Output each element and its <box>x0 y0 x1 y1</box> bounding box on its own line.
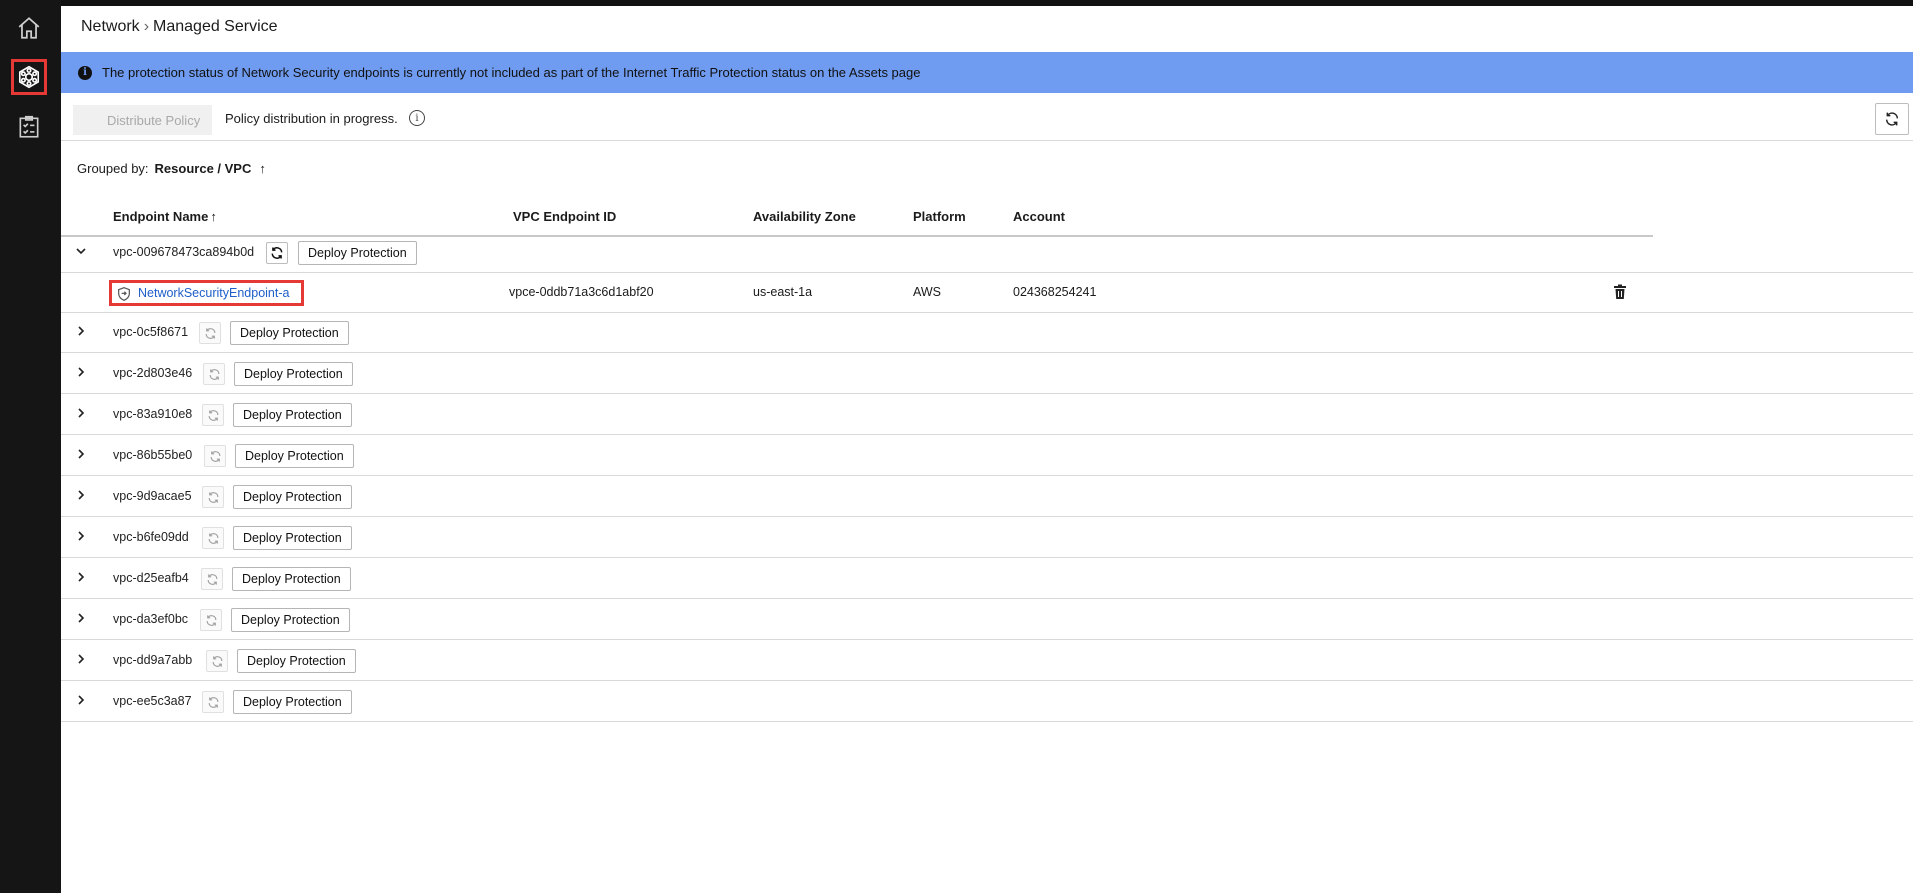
deploy-protection-button[interactable]: Deploy Protection <box>232 567 351 591</box>
table-row: vpc-dd9a7abb Deploy Protection <box>61 640 1913 681</box>
refresh-icon[interactable] <box>201 568 223 590</box>
chevron-right-icon[interactable] <box>74 693 88 707</box>
vpc-name: vpc-83a910e8 <box>113 407 193 421</box>
trash-icon[interactable] <box>1613 284 1627 300</box>
refresh-icon[interactable] <box>202 404 224 426</box>
info-banner: i The protection status of Network Secur… <box>61 52 1913 93</box>
grouping: Grouped by: Resource / VPC ↑ <box>77 161 266 176</box>
refresh-icon[interactable] <box>202 691 224 713</box>
table-row: vpc-da3ef0bc Deploy Protection <box>61 599 1913 640</box>
endpoint-name-link[interactable]: NetworkSecurityEndpoint-a <box>109 280 305 306</box>
sort-up-icon: ↑ <box>210 209 217 224</box>
refresh-button[interactable] <box>1875 103 1909 135</box>
checklist-icon <box>19 115 39 138</box>
grouping-value[interactable]: Resource / VPC <box>155 161 252 176</box>
vpc-name: vpc-da3ef0bc <box>113 612 189 626</box>
column-account[interactable]: Account <box>1013 209 1065 224</box>
platform: AWS <box>913 285 942 299</box>
refresh-icon[interactable] <box>204 445 226 467</box>
deploy-protection-button[interactable]: Deploy Protection <box>233 403 352 427</box>
deploy-protection-button[interactable]: Deploy Protection <box>230 321 349 345</box>
distribution-status: Policy distribution in progress. <box>225 111 398 126</box>
table-row: vpc-86b55be0 Deploy Protection <box>61 435 1913 476</box>
refresh-icon[interactable] <box>200 609 222 631</box>
deploy-protection-button[interactable]: Deploy Protection <box>234 362 353 386</box>
deploy-protection-button[interactable]: Deploy Protection <box>233 485 352 509</box>
grouping-label: Grouped by: <box>77 161 149 176</box>
endpoint-name[interactable]: NetworkSecurityEndpoint-a <box>138 286 289 300</box>
chevron-right-icon[interactable] <box>74 447 88 461</box>
breadcrumb-parent[interactable]: Network <box>81 18 140 35</box>
availability-zone: us-east-1a <box>753 285 813 299</box>
refresh-icon <box>1885 112 1899 126</box>
table-row: vpc-0c5f8671 Deploy Protection <box>61 312 1913 353</box>
vpc-name: vpc-ee5c3a87 <box>113 694 192 708</box>
table-row: vpc-ee5c3a87 Deploy Protection <box>61 681 1913 722</box>
table-row: vpc-d25eafb4 Deploy Protection <box>61 558 1913 599</box>
column-availability-zone[interactable]: Availability Zone <box>753 209 856 224</box>
refresh-icon[interactable] <box>206 650 228 672</box>
account: 024368254241 <box>1013 285 1097 299</box>
chevron-right-icon[interactable] <box>74 324 88 338</box>
column-endpoint-name[interactable]: Endpoint Name ↑ <box>113 209 217 224</box>
vpc-name: vpc-0c5f8671 <box>113 325 189 339</box>
main-content: Network › Managed Service i The protection… <box>61 6 1913 893</box>
refresh-icon[interactable] <box>266 242 288 264</box>
table-row: vpc-83a910e8 Deploy Protection <box>61 394 1913 435</box>
vpc-name: vpc-009678473ca894b0d <box>113 245 255 259</box>
vpc-name: vpc-86b55be0 <box>113 448 193 462</box>
chevron-down-icon[interactable] <box>74 244 88 258</box>
deploy-protection-button[interactable]: Deploy Protection <box>235 444 354 468</box>
vpc-name: vpc-b6fe09dd <box>113 530 189 544</box>
table-row: vpc-2d803e46 Deploy Protection <box>61 353 1913 394</box>
deploy-protection-button[interactable]: Deploy Protection <box>233 526 352 550</box>
vpc-name: vpc-d25eafb4 <box>113 571 189 585</box>
deploy-protection-button[interactable]: Deploy Protection <box>231 608 350 632</box>
info-icon: i <box>78 65 92 80</box>
column-vpc-endpoint-id[interactable]: VPC Endpoint ID <box>513 209 616 224</box>
banner-text: The protection status of Network Securit… <box>102 65 921 80</box>
endpoint-row: NetworkSecurityEndpoint-a vpce-0ddb71a3c… <box>61 272 1913 313</box>
chevron-right-icon[interactable] <box>74 570 88 584</box>
chevron-right-icon[interactable] <box>74 365 88 379</box>
chevron-right-icon[interactable] <box>74 611 88 625</box>
sidebar-network[interactable] <box>11 59 47 95</box>
chevron-right-icon[interactable] <box>74 652 88 666</box>
refresh-icon[interactable] <box>199 322 221 344</box>
sort-up-icon[interactable]: ↑ <box>259 161 266 176</box>
deploy-protection-button[interactable]: Deploy Protection <box>298 241 417 265</box>
deploy-protection-button[interactable]: Deploy Protection <box>233 690 352 714</box>
refresh-icon[interactable] <box>202 486 224 508</box>
sidebar-home[interactable] <box>11 10 47 46</box>
info-icon[interactable]: i <box>409 110 425 126</box>
toolbar: Distribute Policy Policy distribution in… <box>61 94 1913 141</box>
table-row: vpc-9d9acae5 Deploy Protection <box>61 476 1913 517</box>
table-row: vpc-009678473ca894b0d Deploy Protection <box>61 232 1913 273</box>
distribute-policy-button[interactable]: Distribute Policy <box>73 105 213 135</box>
sidebar <box>0 0 61 893</box>
home-icon <box>18 17 40 39</box>
refresh-icon[interactable] <box>203 363 225 385</box>
vpc-name: vpc-9d9acae5 <box>113 489 192 503</box>
sidebar-tasks[interactable] <box>11 109 47 145</box>
vpc-name: vpc-2d803e46 <box>113 366 193 380</box>
breadcrumb-separator: › <box>143 18 150 35</box>
network-icon <box>18 65 40 89</box>
chevron-right-icon[interactable] <box>74 406 88 420</box>
chevron-right-icon[interactable] <box>74 488 88 502</box>
vpc-name: vpc-dd9a7abb <box>113 653 193 667</box>
page-title: Managed Service <box>153 18 278 35</box>
deploy-protection-button[interactable]: Deploy Protection <box>237 649 356 673</box>
column-platform[interactable]: Platform <box>913 209 966 224</box>
shield-icon <box>118 287 130 301</box>
refresh-icon[interactable] <box>202 527 224 549</box>
chevron-right-icon[interactable] <box>74 529 88 543</box>
vpc-endpoint-id: vpce-0ddb71a3c6d1abf20 <box>509 285 654 299</box>
table-row: vpc-b6fe09dd Deploy Protection <box>61 517 1913 558</box>
breadcrumb: Network › Managed Service <box>81 18 278 36</box>
